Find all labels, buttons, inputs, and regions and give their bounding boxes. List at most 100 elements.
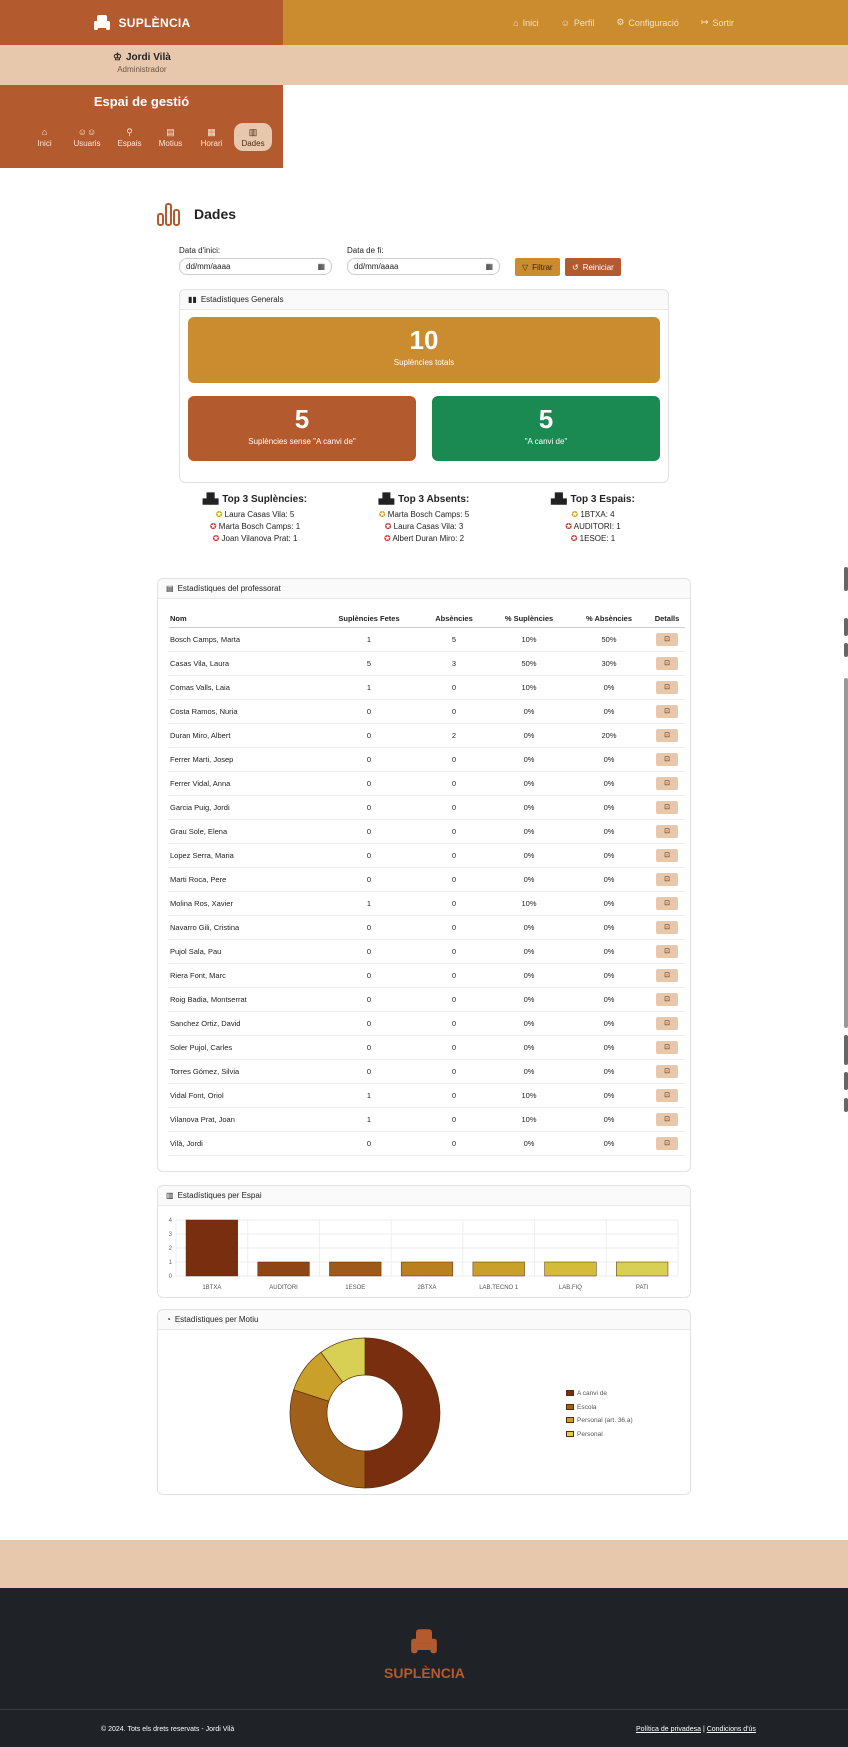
space-stats-header: ▥ Estadístiques per Espai bbox=[158, 1186, 690, 1206]
tab-motius[interactable]: ▤ Motius bbox=[152, 123, 189, 151]
x-tick-label: PATI bbox=[636, 1285, 649, 1291]
scrollbar[interactable] bbox=[844, 678, 848, 1028]
table-cell: Ferrer Marti, Josep bbox=[169, 747, 319, 772]
start-date-input[interactable]: dd/mm/aaaa ▦ bbox=[179, 258, 332, 275]
details-button[interactable]: ⊡ bbox=[656, 968, 678, 982]
table-cell: 0% bbox=[489, 747, 569, 772]
details-button[interactable]: ⊡ bbox=[656, 1064, 678, 1078]
nav-logout[interactable]: ↦ Sortir bbox=[701, 17, 734, 28]
table-cell: 0 bbox=[419, 987, 489, 1012]
table-cell: 0 bbox=[319, 867, 419, 892]
legend-item: Personal (art. 36.a) bbox=[566, 1414, 633, 1428]
details-button[interactable]: ⊡ bbox=[656, 920, 678, 934]
table-cell: 2 bbox=[419, 723, 489, 748]
table-cell: Casas Vila, Laura bbox=[169, 651, 319, 676]
medal-icon: ✪ bbox=[384, 522, 392, 531]
details-button[interactable]: ⊡ bbox=[656, 1040, 678, 1054]
home-icon: ⌂ bbox=[513, 17, 519, 28]
scrollbar[interactable] bbox=[844, 567, 848, 591]
scrollbar[interactable] bbox=[844, 1072, 848, 1090]
terms-link[interactable]: Condicions d'ús bbox=[707, 1726, 756, 1733]
table-cell: Vilanova Prat, Joan bbox=[169, 1107, 319, 1132]
top3-substitutions: ▟▙ Top 3 Suplències: ✪ Laura Casas Vila: … bbox=[180, 494, 330, 545]
bar bbox=[544, 1261, 597, 1277]
brand-logo[interactable]: SUPLÈNCIA bbox=[0, 0, 283, 45]
table-cell: 0 bbox=[419, 771, 489, 796]
details-button[interactable]: ⊡ bbox=[656, 1088, 678, 1102]
details-button[interactable]: ⊡ bbox=[656, 704, 678, 718]
details-button[interactable]: ⊡ bbox=[656, 872, 678, 886]
table-cell: Roig Badia, Montserrat bbox=[169, 987, 319, 1012]
details-button[interactable]: ⊡ bbox=[656, 992, 678, 1006]
details-button[interactable]: ⊡ bbox=[656, 632, 678, 646]
table-cell: Pujol Sala, Pau bbox=[169, 939, 319, 964]
details-button[interactable]: ⊡ bbox=[656, 752, 678, 766]
medal-icon: ✪ bbox=[383, 534, 391, 543]
tab-inici[interactable]: ⌂ Inici bbox=[26, 123, 63, 151]
details-button[interactable]: ⊡ bbox=[656, 944, 678, 958]
table-cell: 0 bbox=[419, 1083, 489, 1108]
details-cell: ⊡ bbox=[649, 1059, 685, 1084]
podium-icon: ▟▙ bbox=[551, 494, 567, 505]
scrollbar[interactable] bbox=[844, 1098, 848, 1112]
donut-slice bbox=[364, 1337, 441, 1489]
table-cell: 0% bbox=[569, 795, 649, 820]
start-date-label: Data d'inici: bbox=[179, 246, 221, 255]
total-substitutions-stat: 10 Suplències totals bbox=[188, 317, 660, 383]
details-button[interactable]: ⊡ bbox=[656, 1112, 678, 1126]
y-tick-label: 1 bbox=[169, 1260, 173, 1266]
tab-horari[interactable]: ▦ Horari bbox=[193, 123, 230, 151]
table-cell: 0 bbox=[419, 939, 489, 964]
table-cell: 0% bbox=[569, 1059, 649, 1084]
calendar-icon[interactable]: ▦ bbox=[485, 262, 493, 271]
nav-profile[interactable]: ☺ Perfil bbox=[561, 18, 595, 28]
y-tick-label: 4 bbox=[169, 1218, 173, 1224]
page-title: Dades bbox=[156, 202, 236, 226]
table-cell: 0% bbox=[569, 867, 649, 892]
details-button[interactable]: ⊡ bbox=[656, 1016, 678, 1030]
column-header: Suplències Fetes bbox=[319, 610, 419, 628]
details-button[interactable]: ⊡ bbox=[656, 800, 678, 814]
calendar-icon[interactable]: ▦ bbox=[317, 262, 325, 271]
crown-icon: ♔ bbox=[113, 52, 122, 63]
tab-dades[interactable]: ▥ Dades bbox=[234, 123, 272, 151]
legend-item: Personal bbox=[566, 1428, 633, 1442]
scrollbar[interactable] bbox=[844, 618, 848, 636]
table-row: Ferrer Marti, Josep 0 0 0% 0% ⊡ bbox=[169, 747, 685, 772]
details-button[interactable]: ⊡ bbox=[656, 824, 678, 838]
link-separator: | bbox=[702, 1726, 705, 1733]
details-button[interactable]: ⊡ bbox=[656, 896, 678, 910]
table-cell: 0% bbox=[569, 819, 649, 844]
table-cell: 1 bbox=[319, 675, 419, 700]
scrollbar[interactable] bbox=[844, 1035, 848, 1065]
nav-home[interactable]: ⌂ Inici bbox=[513, 18, 538, 28]
podium-icon: ▟▙ bbox=[378, 494, 395, 505]
details-cell: ⊡ bbox=[649, 1083, 685, 1108]
nav-settings[interactable]: ⚙ Configuració bbox=[616, 17, 679, 28]
user-icon: ☺ bbox=[560, 17, 570, 28]
details-cell: ⊡ bbox=[649, 939, 685, 964]
details-button[interactable]: ⊡ bbox=[656, 680, 678, 694]
tab-usuaris[interactable]: ☺☺ Usuaris bbox=[67, 123, 107, 151]
details-button[interactable]: ⊡ bbox=[656, 848, 678, 862]
details-button[interactable]: ⊡ bbox=[656, 1136, 678, 1150]
reset-button[interactable]: ↺ Reiniciar bbox=[565, 258, 621, 276]
end-date-input[interactable]: dd/mm/aaaa ▦ bbox=[347, 258, 500, 275]
chart-icon: ▤ bbox=[166, 584, 174, 593]
table-cell: Molina Ros, Xavier bbox=[169, 891, 319, 916]
table-cell: 0% bbox=[489, 1059, 569, 1084]
details-button[interactable]: ⊡ bbox=[656, 656, 678, 670]
tab-espais[interactable]: ⚲ Espais bbox=[111, 123, 148, 151]
stat-value: 5 bbox=[294, 404, 310, 434]
details-button[interactable]: ⊡ bbox=[656, 728, 678, 742]
filter-button[interactable]: ▽ Filtrar bbox=[515, 258, 560, 276]
table-cell: 0 bbox=[419, 1011, 489, 1036]
legend-label: Personal bbox=[577, 1430, 603, 1438]
privacy-link[interactable]: Política de privadesa bbox=[636, 1726, 701, 1733]
copyright: © 2024. Tots els drets reservats - Jordi… bbox=[101, 1726, 235, 1733]
scrollbar[interactable] bbox=[844, 643, 848, 657]
table-cell: 0 bbox=[419, 963, 489, 988]
table-cell: 50% bbox=[569, 627, 649, 652]
details-cell: ⊡ bbox=[649, 1107, 685, 1132]
details-button[interactable]: ⊡ bbox=[656, 776, 678, 790]
